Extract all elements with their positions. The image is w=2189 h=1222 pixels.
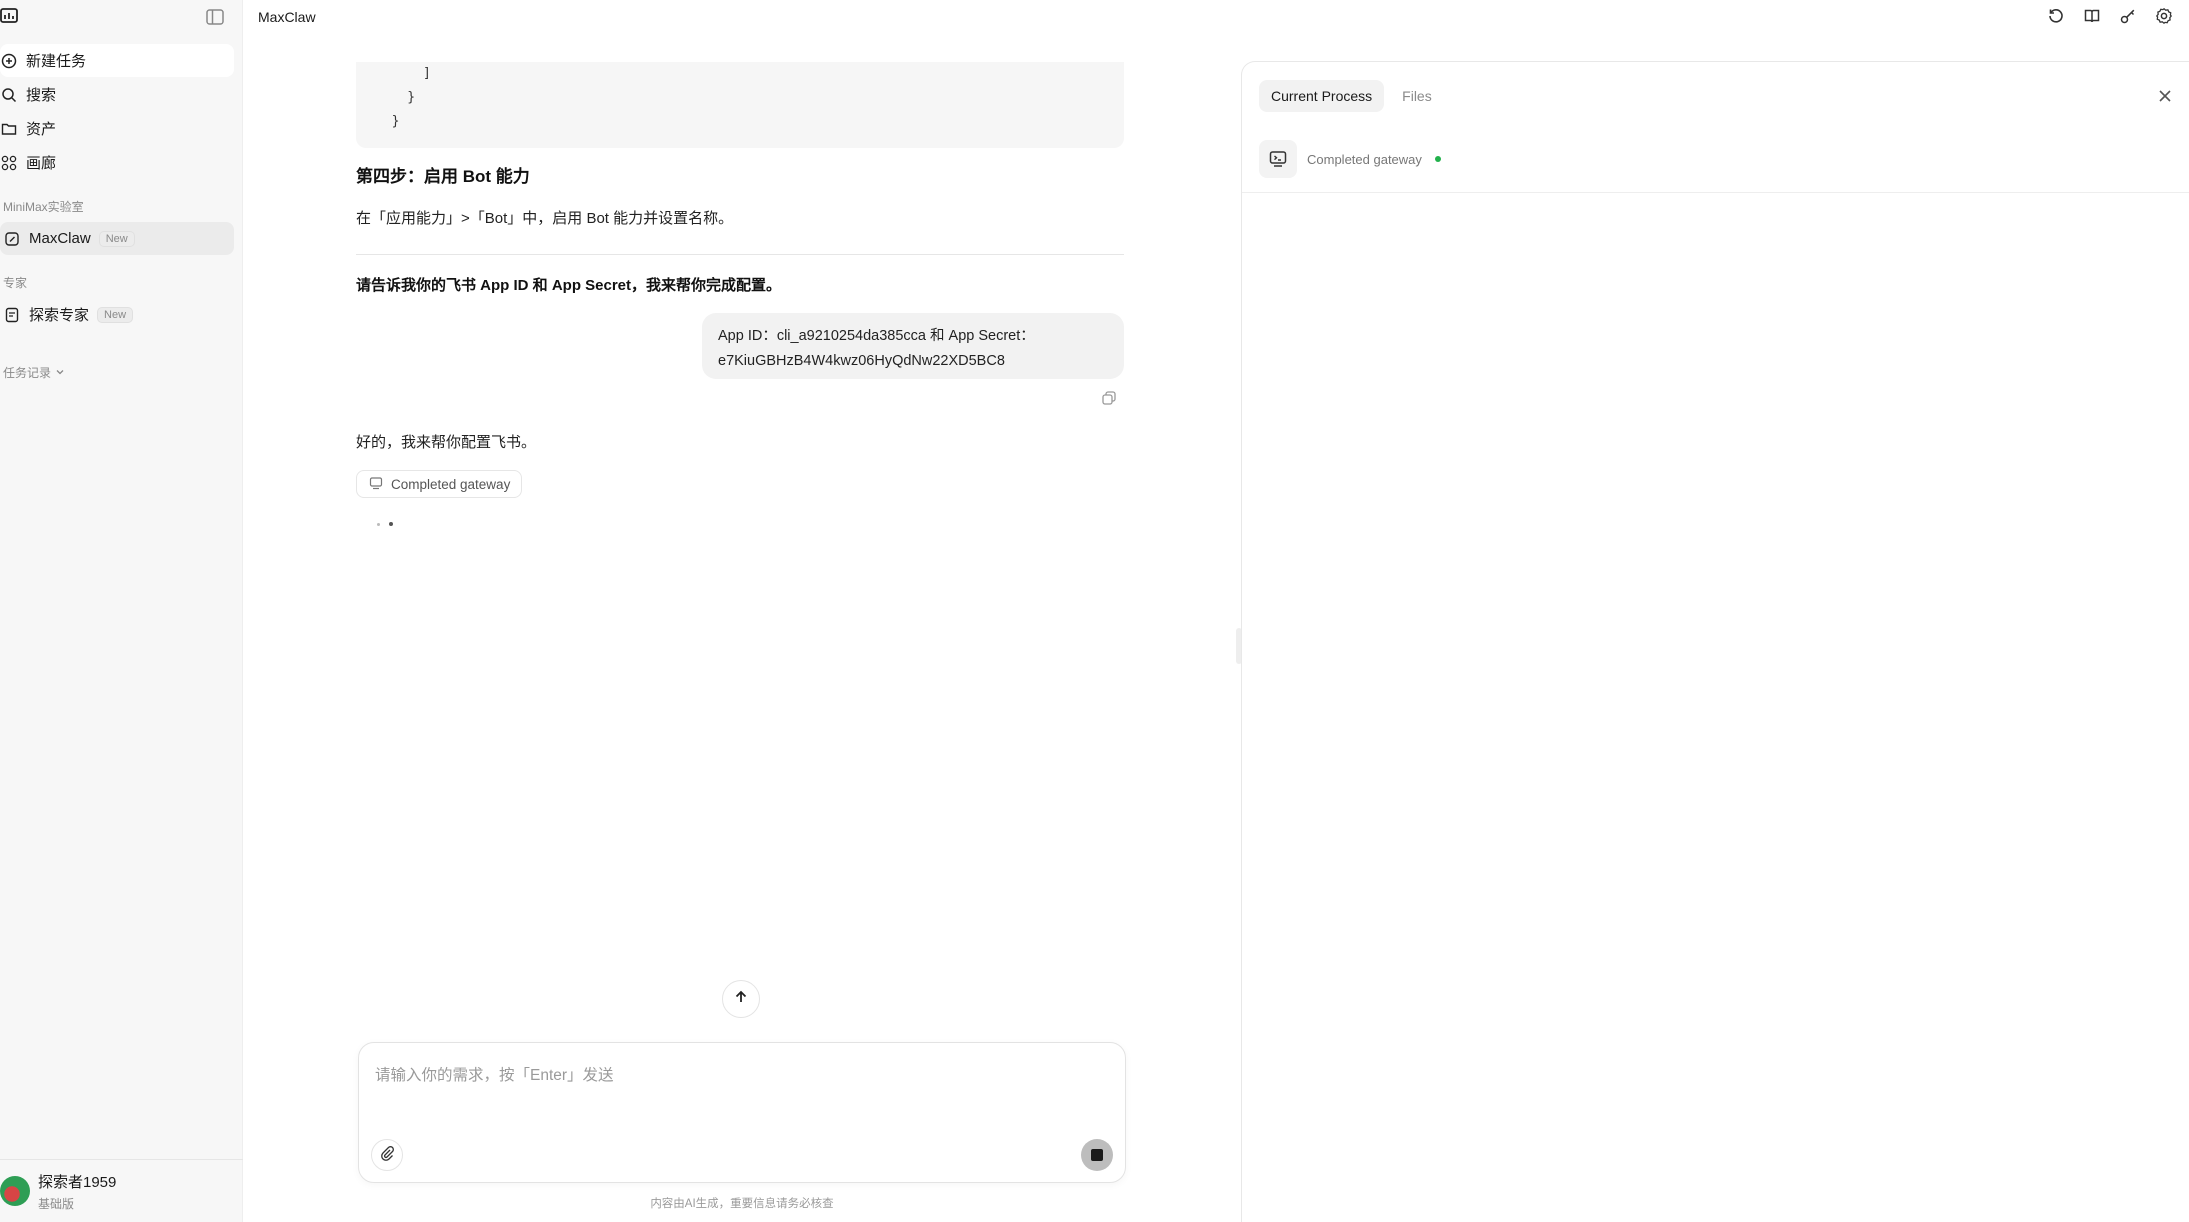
sidebar-toggle-icon[interactable] (204, 6, 226, 28)
assistant-question: 请告诉我你的飞书 App ID 和 App Secret，我来帮你完成配置。 (356, 277, 782, 294)
sidebar-item-label: 资产 (26, 121, 57, 138)
key-icon[interactable] (2117, 5, 2139, 27)
section-label-lab: MiniMax实验室 (3, 200, 84, 214)
close-icon[interactable] (2155, 86, 2175, 106)
process-step-label: Completed gateway (1307, 151, 1422, 167)
step-title: 第四步：启用 Bot 能力 (356, 167, 530, 186)
sidebar-item-label: 探索专家 (29, 307, 90, 324)
code-line: } (376, 90, 416, 105)
code-line: } (376, 114, 400, 129)
step-description: 在「应用能力」>「Bot」中，启用 Bot 能力并设置名称。 (356, 210, 734, 227)
message-composer (358, 1042, 1126, 1183)
sidebar-item-label: 画廊 (26, 155, 57, 172)
avatar[interactable] (0, 1176, 30, 1206)
user-message-line: e7KiuGBHzB4W4kwz06HyQdNw22XD5BC8 (718, 353, 1005, 369)
sidebar-item-maxclaw[interactable]: MaxClaw New (0, 222, 234, 255)
process-panel: Current Process Files Completed gateway (1241, 61, 2189, 1222)
divider (356, 254, 1124, 255)
sidebar-item-new-task[interactable]: 新建任务 (0, 44, 234, 77)
plus-circle-icon (0, 52, 18, 70)
grid-icon (0, 154, 18, 172)
sidebar-item-label: 新建任务 (26, 53, 87, 70)
section-label-expert: 专家 (3, 276, 28, 290)
task-record-toggle[interactable]: 任务记录 (3, 364, 65, 381)
folder-icon (0, 120, 18, 138)
refresh-icon[interactable] (2045, 5, 2067, 27)
stop-button[interactable] (1081, 1139, 1113, 1171)
user-message-line: App ID：cli_a9210254da385cca 和 App Secret… (718, 328, 1035, 344)
sidebar: 新建任务 搜索 资产 画廊 MiniMax实验室 MaxClaw New 专家 … (0, 0, 243, 1222)
tab-files[interactable]: Files (1390, 80, 1444, 112)
code-line: ] (376, 66, 431, 81)
ai-disclaimer: 内容由AI生成，重要信息请务必核查 (650, 1198, 834, 1210)
sidebar-item-search[interactable]: 搜索 (0, 78, 234, 111)
terminal-icon (1259, 140, 1297, 178)
stop-icon (1091, 1149, 1103, 1161)
settings-icon[interactable] (2153, 5, 2175, 27)
assistant-reply: 好的，我来帮你配置飞书。 (356, 434, 537, 451)
new-badge: New (97, 306, 134, 323)
attach-button[interactable] (371, 1139, 403, 1171)
edit-icon (3, 230, 21, 248)
arrow-up-icon (733, 989, 749, 1010)
terminal-icon (369, 476, 383, 493)
logo-icon[interactable] (0, 6, 20, 26)
sidebar-item-label: 搜索 (26, 87, 57, 104)
user-profile[interactable]: 探索者1959 基础版 (0, 1159, 243, 1222)
sidebar-item-explore-expert[interactable]: 探索专家 New (0, 298, 234, 331)
paperclip-icon (379, 1145, 395, 1166)
copy-icon[interactable] (1100, 389, 1118, 407)
status-dot (1434, 156, 1441, 162)
gateway-chip-label: Completed gateway (391, 476, 511, 492)
search-icon (0, 86, 18, 104)
task-record-label: 任务记录 (3, 366, 52, 380)
tab-current-process[interactable]: Current Process (1259, 80, 1385, 112)
loading-indicator (377, 522, 393, 526)
sidebar-item-gallery[interactable]: 画廊 (0, 146, 234, 179)
scroll-to-top-button[interactable] (722, 980, 760, 1018)
new-badge: New (98, 230, 135, 247)
sidebar-item-label: MaxClaw (29, 230, 91, 247)
chevron-down-icon (55, 366, 65, 380)
user-message-bubble: App ID：cli_a9210254da385cca 和 App Secret… (702, 313, 1124, 379)
process-step[interactable]: Completed gateway (1259, 140, 1441, 178)
gateway-status-chip[interactable]: Completed gateway (356, 470, 523, 498)
code-block: ] } } (356, 62, 1124, 148)
page-title: MaxClaw (258, 9, 316, 25)
divider (1242, 192, 2189, 193)
panel-tabs: Current Process Files (1259, 80, 1444, 112)
message-input[interactable] (375, 1063, 1105, 1123)
expert-icon (3, 306, 21, 324)
user-plan: 基础版 (38, 1196, 75, 1211)
sidebar-item-assets[interactable]: 资产 (0, 112, 234, 145)
user-name: 探索者1959 (38, 1173, 117, 1191)
top-toolbar (2045, 5, 2175, 27)
book-icon[interactable] (2081, 5, 2103, 27)
sidebar-header (0, 4, 242, 34)
